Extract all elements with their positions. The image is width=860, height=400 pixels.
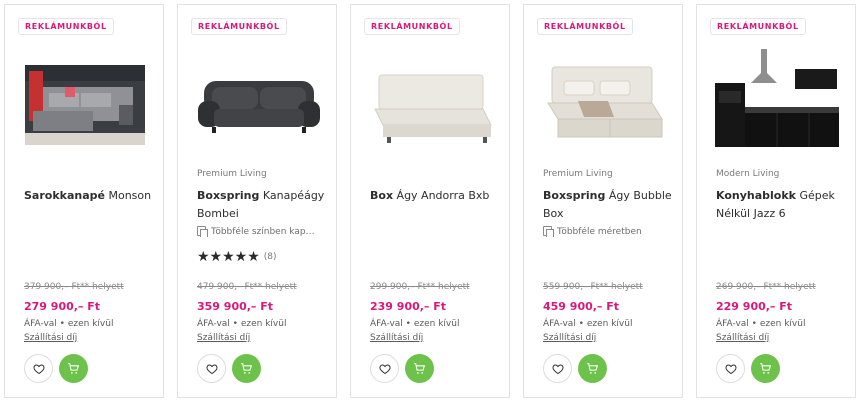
product-brand: Premium Living xyxy=(197,169,267,179)
heart-icon xyxy=(551,363,564,374)
product-card[interactable]: REKLÁMUNKBÓL Premium Living Boxspring Ág… xyxy=(523,4,683,398)
old-price: 299 900,– Ft** helyett xyxy=(370,282,470,292)
heart-icon xyxy=(724,363,737,374)
product-title[interactable]: Sarokkanapé Monson xyxy=(24,187,154,205)
product-title-rest: Ágy Andorra Bxb xyxy=(393,189,490,202)
ad-badge: REKLÁMUNKBÓL xyxy=(537,18,633,35)
corner-sofa-image[interactable] xyxy=(19,47,151,147)
rating[interactable]: ★★★★★ (8) xyxy=(197,249,277,265)
cart-icon xyxy=(241,363,253,374)
old-price: 379 900,– Ft** helyett xyxy=(24,282,124,292)
product-title[interactable]: Konyhablokk Gépek Nélkül Jazz 6 xyxy=(716,187,846,223)
product-title[interactable]: Boxspring Ágy Bubble Box xyxy=(543,187,673,223)
add-to-cart-button[interactable] xyxy=(232,354,261,383)
variants-icon xyxy=(197,226,208,237)
variants-icon xyxy=(543,226,554,237)
sofa-bed-image[interactable] xyxy=(192,47,324,147)
vat-note: ÁFA-val • ezen kívül xyxy=(197,319,287,329)
ad-badge: REKLÁMUNKBÓL xyxy=(18,18,114,35)
product-title[interactable]: Boxspring Kanapéágy Bombei xyxy=(197,187,327,223)
ad-badge: REKLÁMUNKBÓL xyxy=(364,18,460,35)
current-price: 229 900,– Ft xyxy=(716,300,793,313)
product-title-rest: Monson xyxy=(104,189,152,202)
wishlist-button[interactable] xyxy=(543,354,572,383)
heart-icon xyxy=(378,363,391,374)
old-price: 479 900,– Ft** helyett xyxy=(197,282,297,292)
current-price: 459 900,– Ft xyxy=(543,300,620,313)
add-to-cart-button[interactable] xyxy=(578,354,607,383)
current-price: 279 900,– Ft xyxy=(24,300,101,313)
product-title-bold: Boxspring xyxy=(543,189,606,202)
ad-badge: REKLÁMUNKBÓL xyxy=(710,18,806,35)
add-to-cart-button[interactable] xyxy=(59,354,88,383)
cart-icon xyxy=(760,363,772,374)
cart-icon xyxy=(587,363,599,374)
vat-note: ÁFA-val • ezen kívül xyxy=(370,319,460,329)
add-to-cart-button[interactable] xyxy=(751,354,780,383)
heart-icon xyxy=(205,363,218,374)
product-card[interactable]: REKLÁMUNKBÓL Sarokkanapé Monson 379 900,… xyxy=(4,4,164,398)
vat-note: ÁFA-val • ezen kívül xyxy=(24,319,114,329)
rating-count: (8) xyxy=(263,252,277,262)
product-card[interactable]: REKLÁMUNKBÓL Modern Living Konyhablokk G… xyxy=(696,4,856,398)
wishlist-button[interactable] xyxy=(197,354,226,383)
wishlist-button[interactable] xyxy=(24,354,53,383)
wishlist-button[interactable] xyxy=(716,354,745,383)
old-price: 559 900,– Ft** helyett xyxy=(543,282,643,292)
product-title-bold: Box xyxy=(370,189,394,202)
vat-note: ÁFA-val • ezen kívül xyxy=(543,319,633,329)
add-to-cart-button[interactable] xyxy=(405,354,434,383)
box-bed-image[interactable] xyxy=(365,47,497,147)
shipping-link[interactable]: Szállítási díj xyxy=(370,333,423,343)
product-title[interactable]: Box Ágy Andorra Bxb xyxy=(370,187,500,205)
product-card[interactable]: REKLÁMUNKBÓL Box Ágy Andorra Bxb 299 900… xyxy=(350,4,510,398)
current-price: 239 900,– Ft xyxy=(370,300,447,313)
product-card[interactable]: REKLÁMUNKBÓL Premium Living Boxspring Ka… xyxy=(177,4,337,398)
heart-icon xyxy=(32,363,45,374)
wishlist-button[interactable] xyxy=(370,354,399,383)
product-brand: Modern Living xyxy=(716,169,780,179)
variant-text: Többféle színben kap… xyxy=(211,227,315,237)
shipping-link[interactable]: Szállítási díj xyxy=(716,333,769,343)
boxspring-bed-image[interactable] xyxy=(538,47,670,147)
product-title-bold: Sarokkanapé xyxy=(24,189,105,202)
variant-note: Többféle méretben xyxy=(543,226,673,237)
product-grid: REKLÁMUNKBÓL Sarokkanapé Monson 379 900,… xyxy=(4,4,856,398)
product-title-bold: Boxspring xyxy=(197,189,260,202)
shipping-link[interactable]: Szállítási díj xyxy=(24,333,77,343)
variant-note: Többféle színben kap… xyxy=(197,226,327,237)
cart-icon xyxy=(414,363,426,374)
shipping-link[interactable]: Szállítási díj xyxy=(197,333,250,343)
old-price: 269 900,– Ft** helyett xyxy=(716,282,816,292)
rating-stars: ★★★★★ xyxy=(197,249,260,265)
cart-icon xyxy=(68,363,80,374)
product-brand: Premium Living xyxy=(543,169,613,179)
ad-badge: REKLÁMUNKBÓL xyxy=(191,18,287,35)
product-title-bold: Konyhablokk xyxy=(716,189,796,202)
shipping-link[interactable]: Szállítási díj xyxy=(543,333,596,343)
variant-text: Többféle méretben xyxy=(557,227,642,237)
vat-note: ÁFA-val • ezen kívül xyxy=(716,319,806,329)
current-price: 359 900,– Ft xyxy=(197,300,274,313)
kitchen-block-image[interactable] xyxy=(711,47,843,147)
